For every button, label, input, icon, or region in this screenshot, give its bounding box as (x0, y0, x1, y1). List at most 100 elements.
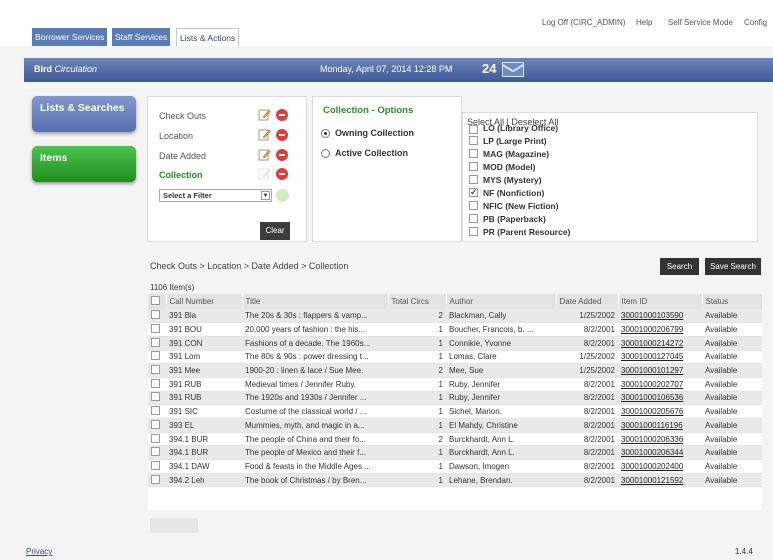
row-checkbox-cell[interactable] (148, 445, 166, 461)
log-off-link[interactable]: Log Off (CIRC_ADMIN) (542, 18, 625, 27)
list-item[interactable]: LP (Large Print) (469, 134, 755, 147)
checkbox[interactable] (469, 201, 478, 210)
edit-icon[interactable] (258, 148, 271, 161)
table-row[interactable]: 391 BOU 20,000 years of fashion : the his… (148, 322, 762, 337)
item-id-cell[interactable]: 30001000127045 (618, 350, 702, 365)
checkbox[interactable] (469, 214, 478, 223)
row-checkbox-cell[interactable] (148, 391, 166, 406)
checkbox[interactable] (151, 351, 160, 361)
remove-icon[interactable] (276, 129, 288, 141)
table-row[interactable]: 394.1 DAW Food & feasts in the Middle Age… (148, 459, 762, 474)
column-header-date-added[interactable]: Date Added (556, 294, 619, 309)
tab-staff-services[interactable]: Staff Services (112, 28, 171, 46)
nav-items[interactable]: Items (32, 146, 136, 182)
checkbox[interactable] (151, 447, 160, 457)
select-all-header[interactable] (148, 294, 167, 309)
active-collection-radio[interactable] (321, 149, 330, 158)
item-id-cell[interactable]: 30001000202400 (618, 459, 702, 474)
filter-label-check-outs[interactable]: Check Outs (159, 111, 206, 121)
row-checkbox-cell[interactable] (148, 322, 166, 337)
list-item[interactable]: PB (Paperback) (469, 212, 755, 225)
select-button[interactable] (150, 518, 198, 533)
checkbox[interactable] (469, 149, 478, 158)
search-button[interactable]: Search (660, 258, 699, 275)
item-id-cell[interactable]: 30001000101297 (618, 363, 702, 378)
mail-icon[interactable] (502, 62, 524, 77)
edit-icon[interactable] (258, 108, 271, 121)
nav-lists-searches[interactable]: Lists & Searches (32, 96, 136, 132)
clear-button[interactable]: Clear (260, 222, 290, 240)
checkbox[interactable] (151, 324, 160, 334)
remove-icon[interactable] (276, 149, 288, 161)
checkbox[interactable] (151, 460, 160, 470)
column-header-item-id[interactable]: Item ID (618, 294, 703, 309)
table-row[interactable]: 391 Mee 1900-20 : linen & lace / Sue Mee.… (148, 363, 762, 378)
list-item[interactable]: NFIC (New Fiction) (469, 199, 755, 212)
item-id-cell[interactable]: 30001000206799 (618, 322, 702, 337)
save-search-button[interactable]: Save Search (705, 258, 761, 275)
checkbox[interactable] (151, 433, 160, 443)
table-row[interactable]: 391 Lom The 80s & 90s : power dressing t.… (148, 350, 762, 365)
row-checkbox-cell[interactable] (148, 432, 166, 447)
row-checkbox-cell[interactable] (148, 377, 166, 392)
list-item[interactable]: MYS (Mystery) (469, 173, 755, 186)
column-header-status[interactable]: Status (702, 294, 762, 309)
remove-icon[interactable] (276, 168, 288, 180)
column-header-title[interactable]: Title (242, 294, 389, 309)
item-id-cell[interactable]: 30001000202707 (618, 377, 702, 392)
table-row[interactable]: 391 RUB Medieval times / Jennifer Ruby. 1 R… (148, 377, 762, 392)
tab-borrower-services[interactable]: Borrower Services (32, 28, 108, 46)
list-item[interactable]: PR (Parent Resource) (469, 225, 755, 238)
table-row[interactable]: 391 SIC Costume of the classical world / … (148, 404, 762, 419)
table-row[interactable]: 391 RUB The 1920s and 1930s / Jennifer ..… (148, 391, 762, 406)
row-checkbox-cell[interactable] (148, 459, 166, 474)
item-id-cell[interactable]: 30001000116196 (618, 418, 702, 433)
checkbox[interactable] (151, 474, 160, 484)
owning-collection-label[interactable]: Owning Collection (335, 128, 414, 138)
table-row[interactable]: 391 Bla The 20s & 30s : flappers & vamp..… (148, 309, 762, 324)
checkbox[interactable] (151, 296, 160, 305)
row-checkbox-cell[interactable] (148, 418, 166, 433)
help-link[interactable]: Help (636, 18, 652, 27)
privacy-link[interactable]: Privacy (26, 547, 52, 556)
row-checkbox-cell[interactable] (148, 336, 166, 351)
list-item[interactable]: LO (Library Office) (469, 125, 755, 134)
row-checkbox-cell[interactable] (148, 404, 166, 419)
table-row[interactable]: 394.1 BUR The people of Mexico and their … (148, 445, 762, 461)
row-checkbox-cell[interactable] (148, 363, 166, 378)
row-checkbox-cell[interactable] (148, 309, 166, 324)
column-header-call-number[interactable]: Call Number (166, 294, 243, 309)
column-header-author[interactable]: Author (446, 294, 557, 309)
checkbox[interactable] (469, 186, 478, 198)
list-item[interactable]: MOD (Model) (469, 160, 755, 173)
remove-icon[interactable] (276, 109, 288, 121)
checkbox[interactable] (151, 419, 160, 429)
item-id-cell[interactable]: 30001000106536 (618, 391, 702, 406)
item-id-cell[interactable]: 30001000121592 (618, 473, 702, 488)
table-row[interactable]: 391 CON Fashions of a decade. The 1960s..… (148, 336, 762, 351)
active-collection-label[interactable]: Active Collection (335, 148, 408, 158)
item-id-cell[interactable]: 30001000214272 (618, 336, 702, 351)
filter-label-location[interactable]: Location (159, 131, 193, 141)
checkbox[interactable] (151, 310, 160, 320)
table-row[interactable]: 394.2 Leh The book of Christmas / by Bren… (148, 473, 762, 488)
checkbox[interactable] (469, 227, 478, 236)
item-id-cell[interactable]: 30001000206336 (618, 432, 702, 447)
self-service-mode-link[interactable]: Self Service Mode (668, 18, 733, 27)
filter-label-collection[interactable]: Collection (159, 170, 203, 180)
edit-icon[interactable] (258, 128, 271, 141)
checkbox[interactable] (151, 406, 160, 416)
list-item[interactable]: MAG (Magazine) (469, 147, 755, 160)
item-id-cell[interactable]: 30001000103590 (618, 309, 702, 324)
owning-collection-radio[interactable] (321, 129, 330, 138)
config-link[interactable]: Config (744, 18, 767, 27)
row-checkbox-cell[interactable] (148, 350, 166, 365)
checkbox[interactable] (469, 136, 478, 145)
checkbox[interactable] (151, 365, 160, 375)
tab-lists-actions[interactable]: Lists & Actions (176, 28, 240, 46)
item-id-cell[interactable]: 30001000205676 (618, 404, 702, 419)
checkbox[interactable] (469, 175, 478, 184)
row-checkbox-cell[interactable] (148, 473, 166, 488)
checkbox[interactable] (151, 378, 160, 388)
checkbox[interactable] (151, 337, 160, 347)
